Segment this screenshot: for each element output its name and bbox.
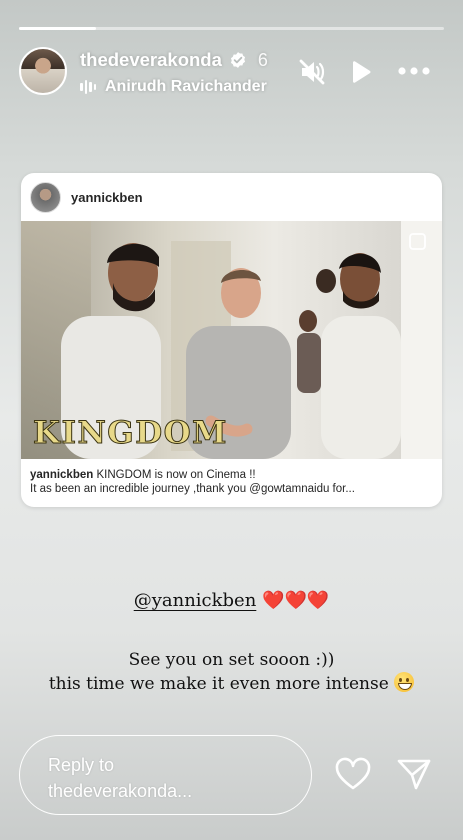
verified-badge-icon bbox=[230, 52, 245, 68]
username-row: thedeverakonda 6 bbox=[80, 49, 268, 71]
story-caption-text: See you on set sooon :)) this time we ma… bbox=[0, 648, 463, 696]
reply-input[interactable]: Reply to thedeverakonda... bbox=[19, 735, 312, 815]
like-heart-icon[interactable] bbox=[334, 757, 372, 791]
post-photo: KINGDOM bbox=[21, 221, 442, 459]
author-avatar[interactable] bbox=[19, 47, 67, 95]
shared-post-image[interactable]: KINGDOM bbox=[21, 221, 442, 459]
hearts-emoji: ❤️❤️❤️ bbox=[262, 590, 330, 611]
music-artist: Anirudh Ravichander bbox=[105, 78, 267, 95]
shared-post-avatar[interactable] bbox=[30, 181, 61, 213]
author-username[interactable]: thedeverakonda bbox=[80, 49, 222, 71]
story-progress-fill bbox=[19, 27, 96, 30]
story-header: thedeverakonda 6 Anirudh Ravichander bbox=[19, 47, 447, 99]
caption-line-1: KINGDOM is now on Cinema !! bbox=[93, 469, 256, 481]
post-time: 6 bbox=[257, 49, 268, 70]
shared-post-header: yannickben bbox=[21, 173, 442, 221]
more-icon[interactable] bbox=[397, 66, 431, 76]
story-progress-bar bbox=[19, 27, 444, 30]
shared-post-username[interactable]: yannickben bbox=[71, 190, 143, 205]
play-icon[interactable] bbox=[349, 59, 373, 85]
mute-icon[interactable] bbox=[297, 57, 327, 87]
mention-link[interactable]: @yannickben bbox=[134, 590, 257, 611]
music-bars-icon bbox=[80, 80, 96, 94]
send-icon[interactable] bbox=[396, 757, 432, 791]
reply-placeholder-line-1: Reply to bbox=[48, 755, 115, 775]
mention-row: @yannickben ❤️❤️❤️ bbox=[0, 590, 463, 611]
reply-placeholder-line-2: thedeverakonda... bbox=[48, 781, 193, 801]
caption-line-2: It as been an incredible journey ,thank … bbox=[30, 483, 355, 495]
grinning-face-emoji-icon bbox=[394, 672, 415, 692]
kingdom-title-overlay: KINGDOM bbox=[33, 415, 228, 451]
story-text-line-2: this time we make it even more intense bbox=[48, 674, 389, 694]
story-text-line-1: See you on set sooon :)) bbox=[128, 650, 335, 670]
music-attribution[interactable]: Anirudh Ravichander bbox=[80, 78, 267, 96]
shared-post-caption[interactable]: yannickben KINGDOM is now on Cinema !! I… bbox=[30, 468, 434, 496]
shared-post-card[interactable]: yannickben KINGDOM yannickben KINGDOM is… bbox=[21, 173, 442, 507]
caption-username: yannickben bbox=[30, 469, 94, 481]
